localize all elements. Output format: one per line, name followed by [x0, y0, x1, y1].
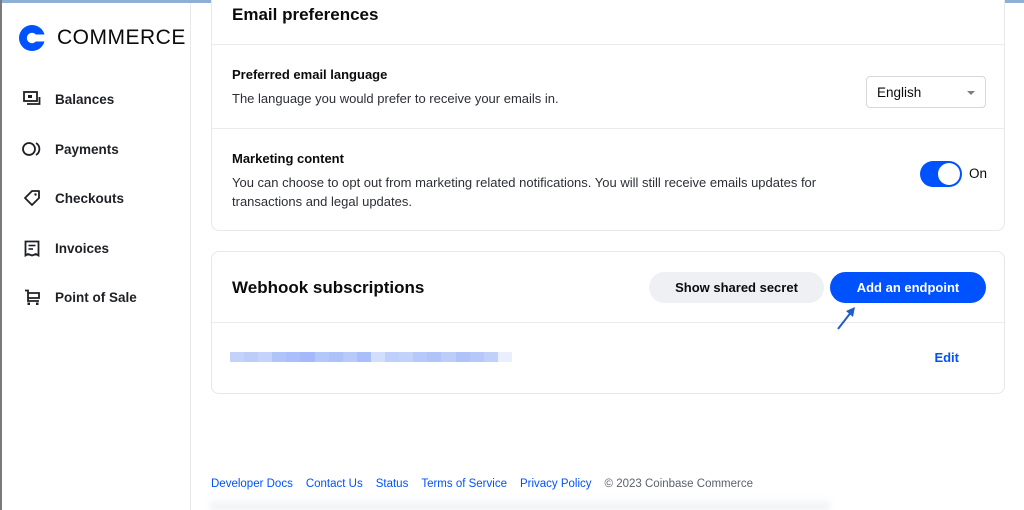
sidebar-item-label: Checkouts: [55, 190, 125, 206]
webhook-subscriptions-title: Webhook subscriptions: [232, 278, 425, 297]
footer-link-terms-of-service[interactable]: Terms of Service: [421, 478, 507, 490]
footer-shadow: [210, 497, 830, 510]
divider: [212, 322, 1004, 323]
invoice-icon: [22, 238, 42, 258]
sidebar-item-payments[interactable]: Payments: [22, 139, 119, 159]
brand-name: COMMERCE: [57, 26, 186, 49]
edit-endpoint-link[interactable]: Edit: [934, 350, 959, 365]
sidebar-item-label: Point of Sale: [55, 289, 137, 305]
sidebar-item-balances[interactable]: Balances: [22, 89, 114, 109]
payments-icon: [22, 139, 42, 159]
sidebar: COMMERCE Balances Payments Checkouts Inv…: [2, 3, 191, 510]
footer-copyright: © 2023 Coinbase Commerce: [604, 478, 754, 490]
sidebar-item-label: Balances: [55, 91, 115, 107]
webhook-subscriptions-card: Webhook subscriptions Show shared secret…: [211, 251, 1005, 394]
language-title: Preferred email language: [232, 67, 388, 82]
cart-icon: [22, 287, 42, 307]
sidebar-item-checkouts[interactable]: Checkouts: [22, 188, 124, 208]
main-content: Email preferences Preferred email langua…: [192, 0, 1024, 510]
add-endpoint-button[interactable]: Add an endpoint: [830, 272, 986, 303]
marketing-toggle-label: On: [969, 166, 988, 181]
sidebar-item-invoices[interactable]: Invoices: [22, 238, 109, 258]
marketing-toggle[interactable]: [920, 161, 962, 187]
email-preferences-card: Email preferences Preferred email langua…: [211, 0, 1005, 231]
footer-link-contact-us[interactable]: Contact Us: [306, 478, 363, 490]
language-description: The language you would prefer to receive…: [232, 91, 559, 106]
tag-icon: [22, 188, 42, 208]
brand-logo[interactable]: COMMERCE: [19, 25, 186, 51]
sidebar-item-label: Invoices: [55, 240, 110, 256]
show-shared-secret-button[interactable]: Show shared secret: [649, 272, 824, 303]
footer-link-privacy-policy[interactable]: Privacy Policy: [520, 478, 592, 490]
balances-icon: [22, 89, 42, 109]
footer-link-status[interactable]: Status: [376, 478, 409, 490]
marketing-title: Marketing content: [232, 151, 344, 166]
divider: [212, 44, 1004, 45]
toggle-knob: [938, 163, 960, 185]
sidebar-item-label: Payments: [55, 141, 119, 157]
marketing-description: You can choose to opt out from marketing…: [232, 175, 817, 209]
divider: [212, 128, 1004, 129]
footer-link-developer-docs[interactable]: Developer Docs: [211, 478, 293, 490]
chevron-down-icon: [967, 91, 975, 95]
coinbase-logo-icon: [19, 25, 45, 51]
language-select[interactable]: English: [866, 76, 986, 108]
language-select-value: English: [877, 84, 922, 100]
annotation-arrow-icon: [837, 307, 855, 330]
email-preferences-title: Email preferences: [232, 5, 379, 24]
endpoint-url-redacted: [230, 352, 512, 362]
sidebar-item-point-of-sale[interactable]: Point of Sale: [22, 287, 137, 307]
footer: Developer Docs Contact Us Status Terms o…: [211, 478, 753, 490]
